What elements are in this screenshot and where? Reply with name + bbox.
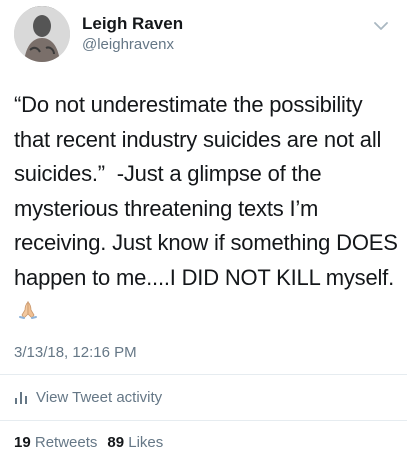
user-display-name[interactable]: Leigh Raven [82, 14, 183, 34]
retweets-stat[interactable]: 19 Retweets [14, 434, 97, 451]
likes-stat[interactable]: 89 Likes [107, 434, 163, 451]
tweet-timestamp[interactable]: 3/13/18, 12:16 PM [14, 344, 137, 361]
tweet-stats: 19 Retweets 89 Likes [14, 434, 163, 451]
avatar[interactable] [14, 6, 70, 62]
divider [0, 420, 407, 421]
folded-hands-icon [17, 297, 39, 332]
activity-label: View Tweet activity [36, 388, 163, 406]
likes-label: Likes [128, 434, 164, 451]
likes-count: 89 [107, 434, 125, 451]
tweet-card: Leigh Raven @leighravenx “Do not underes… [0, 0, 407, 467]
retweets-label: Retweets [34, 434, 98, 451]
bar-chart-icon [15, 392, 27, 404]
user-handle[interactable]: @leighravenx [82, 36, 174, 53]
chevron-down-icon[interactable] [371, 16, 391, 36]
retweets-count: 19 [14, 434, 31, 451]
view-tweet-activity-link[interactable]: View Tweet activity [14, 386, 162, 408]
tweet-text: “Do not underestimate the possibility th… [14, 88, 399, 332]
divider [0, 374, 407, 375]
tweet-body: “Do not underestimate the possibility th… [14, 92, 404, 290]
